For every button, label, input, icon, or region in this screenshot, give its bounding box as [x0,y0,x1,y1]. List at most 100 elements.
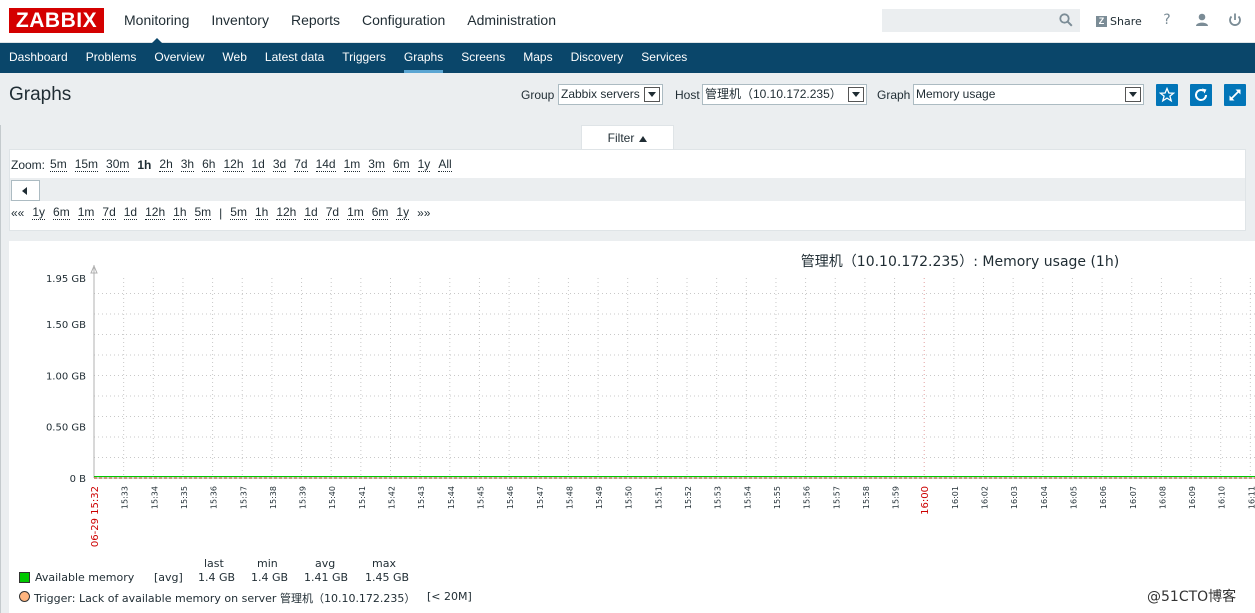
x-tick-label: 15:55 [773,486,782,509]
sub-nav-problems[interactable]: Problems [77,43,146,73]
chart-title: 管理机（10.10.172.235）: Memory usage (1h) [801,254,1119,270]
nav-back-option[interactable]: 5m [194,206,212,220]
refresh-button[interactable] [1190,84,1212,106]
top-nav-monitoring[interactable]: Monitoring [124,0,189,44]
host-select[interactable]: 管理机（10.10.172.235） [702,84,867,105]
share-button[interactable]: Z Share [1096,13,1142,29]
help-icon[interactable]: ? [1158,11,1176,29]
sub-nav-services[interactable]: Services [632,43,696,73]
star-icon [1159,87,1175,103]
nav-back-option[interactable]: 12h [145,206,166,220]
nav-forward-option[interactable]: 1h [254,206,269,220]
x-tick-label: 16:07 [1129,486,1138,509]
nav-back-option[interactable]: 1h [173,206,187,220]
nav-back-option[interactable]: 1y [32,206,46,220]
zoom-option[interactable]: 6m [392,158,410,172]
filter-tab[interactable]: Filter [581,125,674,150]
zoom-option-active[interactable]: 1h [137,158,151,172]
top-nav-inventory[interactable]: Inventory [211,0,269,43]
nav-forward-option[interactable]: 12h [276,206,297,220]
nav-back-option[interactable]: 6m [53,206,70,220]
sub-nav-dashboard[interactable]: Dashboard [0,43,77,73]
zoom-option[interactable]: 1m [343,158,361,172]
nav-forward-option[interactable]: 1m [347,206,364,220]
filter-tab-label: Filter [607,131,635,145]
zoom-option[interactable]: 3m [368,158,385,172]
timeline-bar [10,178,1245,201]
legend-series-max: 1.45 GB [365,571,410,584]
x-tick-label: 15:54 [743,486,752,509]
graph-select[interactable]: Memory usage [913,84,1144,105]
top-nav-administration[interactable]: Administration [467,0,556,43]
zoom-option[interactable]: All [438,158,452,172]
nav-forward-end[interactable]: »» [417,206,430,220]
host-label: Host [675,88,700,102]
add-to-favourites-button[interactable] [1156,84,1178,106]
top-nav-reports[interactable]: Reports [291,0,340,43]
top-nav-configuration[interactable]: Configuration [362,0,445,43]
nav-forward-option[interactable]: 1d [304,206,318,220]
y-tick-label: 0 B [70,474,87,485]
memory-usage-graph[interactable]: 06-29 15:32 15:33 15:34 15:35 15:36 15:37 15:3… [0,241,1255,613]
sub-nav-triggers[interactable]: Triggers [333,43,395,73]
legend-series-min: 1.4 GB [251,571,289,584]
zoom-option[interactable]: 2h [159,158,173,172]
nav-forward-option[interactable]: 5m [230,206,247,220]
x-tick-label: 16:00 [920,486,931,515]
user-profile-icon[interactable] [1193,11,1211,29]
x-tick-label: 16:02 [981,486,990,509]
x-tick-label: 16:09 [1188,486,1197,509]
x-tick-label: 06-29 15:32 [90,486,101,547]
zoom-option[interactable]: 3d [272,158,287,172]
nav-back-option[interactable]: 1d [123,206,138,220]
x-tick-label: 15:40 [328,486,337,509]
zoom-option[interactable]: 12h [223,158,244,172]
nav-separator: | [219,206,223,220]
sub-nav-web[interactable]: Web [213,43,255,73]
sub-nav-discovery[interactable]: Discovery [562,43,633,73]
y-tick-label: 1.00 GB [46,371,86,382]
nav-back-start[interactable]: «« [11,206,24,220]
nav-forward-option[interactable]: 7d [325,206,340,220]
top-nav: Monitoring Inventory Reports Configurati… [124,0,578,44]
nav-forward-option[interactable]: 6m [371,206,389,220]
zoom-option[interactable]: 15m [74,158,99,172]
x-tick-label: 16:04 [1040,486,1049,509]
sub-nav-screens[interactable]: Screens [452,43,514,73]
x-tick-label: 15:53 [714,486,723,509]
zoom-option[interactable]: 7d [294,158,308,172]
search-input[interactable] [882,9,1080,32]
sub-nav-graphs[interactable]: Graphs [395,43,452,73]
x-tick-label: 15:50 [625,486,634,509]
y-tick-label: 1.95 GB [46,274,86,285]
power-icon[interactable] [1226,11,1244,29]
zoom-option[interactable]: 6h [202,158,216,172]
zoom-option[interactable]: 3h [180,158,195,172]
sub-nav-latest-data[interactable]: Latest data [256,43,333,73]
x-tick-label: 15:49 [595,486,604,509]
nav-back-option[interactable]: 7d [102,206,116,220]
zoom-option[interactable]: 30m [106,158,130,172]
x-tick-label: 16:06 [1099,486,1108,509]
zoom-option[interactable]: 1d [251,158,265,172]
sub-nav-maps[interactable]: Maps [514,43,561,73]
zoom-option[interactable]: 5m [50,158,67,172]
x-tick-label: 16:01 [951,486,960,509]
timeline-scroll-left-button[interactable] [11,180,40,201]
zoom-option[interactable]: 14d [315,158,336,172]
group-select-value: Zabbix servers [561,87,640,101]
fullscreen-button[interactable] [1224,84,1246,106]
caret-up-icon [639,136,648,142]
x-tick-label: 15:59 [892,486,901,509]
share-label: Share [1110,14,1142,28]
group-select[interactable]: Zabbix servers [558,84,663,105]
sub-nav-overview[interactable]: Overview [145,43,213,73]
zoom-option[interactable]: 1y [417,158,431,172]
zabbix-logo[interactable]: ZABBIX [9,8,104,33]
search-icon[interactable] [1059,13,1073,27]
host-select-value: 管理机（10.10.172.235） [705,87,842,101]
nav-back-option[interactable]: 1m [77,206,95,220]
nav-forward-option[interactable]: 1y [396,206,410,220]
x-tick-label: 15:36 [210,486,219,509]
period-nav-row: «« 1y 6m 1m 7d 1d 12h 1h 5m | 5m 1h 12h … [11,206,438,220]
